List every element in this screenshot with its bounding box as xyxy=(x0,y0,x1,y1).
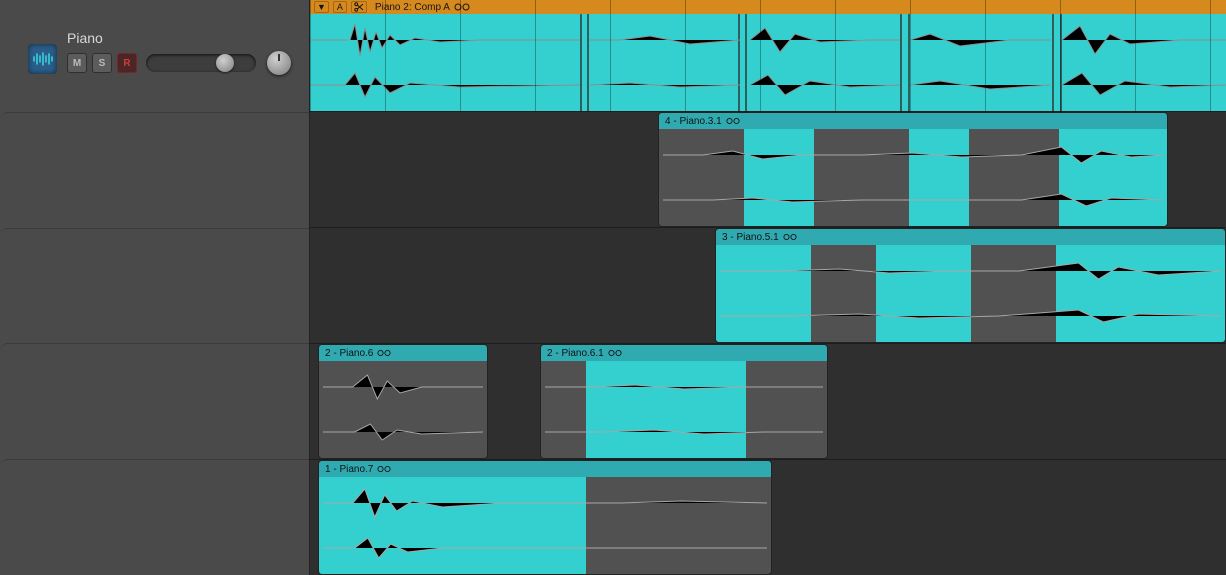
take-lane-2[interactable]: 3 - Piano.5.1 xyxy=(310,228,1226,344)
region-piano-6-1[interactable]: 2 - Piano.6.1 xyxy=(540,344,828,459)
region-piano-7[interactable]: 1 - Piano.7 xyxy=(318,460,772,575)
disclosure-button[interactable]: ▼ xyxy=(314,1,329,13)
volume-slider[interactable] xyxy=(146,54,256,72)
region-header[interactable]: 2 - Piano.6 xyxy=(319,345,487,361)
loop-icon xyxy=(726,116,740,126)
region-label: 2 - Piano.6 xyxy=(325,348,373,359)
waveform xyxy=(310,20,1226,60)
take-lane-3[interactable]: 2 - Piano.6 2 - Piano.6.1 xyxy=(310,344,1226,460)
region-header[interactable]: 2 - Piano.6.1 xyxy=(541,345,827,361)
region-header[interactable]: 4 - Piano.3.1 xyxy=(659,113,1167,129)
region-label: 3 - Piano.5.1 xyxy=(722,232,779,243)
quick-swipe-a-button[interactable]: A xyxy=(333,1,347,13)
comp-region-header[interactable]: ▼ A Piano 2: Comp A xyxy=(310,0,1226,14)
waveform xyxy=(323,414,483,450)
region-piano-5-1[interactable]: 3 - Piano.5.1 xyxy=(715,228,1226,343)
take-lane-4[interactable]: 1 - Piano.7 xyxy=(310,460,1226,575)
loop-icon xyxy=(783,232,797,242)
track-list-sidebar: Piano M S R xyxy=(0,0,310,575)
region-label: 1 - Piano.7 xyxy=(325,464,373,475)
region-piano-3-1[interactable]: 4 - Piano.3.1 xyxy=(658,112,1168,227)
comp-lane[interactable] xyxy=(310,14,1226,112)
region-piano-6[interactable]: 2 - Piano.6 xyxy=(318,344,488,459)
take-lane-row-2[interactable] xyxy=(0,228,309,344)
record-enable-button[interactable]: R xyxy=(117,53,137,73)
scissors-icon[interactable] xyxy=(351,1,367,13)
track-header-controls: Piano M S R xyxy=(67,30,291,75)
waveform xyxy=(310,65,1226,105)
solo-button[interactable]: S xyxy=(92,53,112,73)
region-header[interactable]: 1 - Piano.7 xyxy=(319,461,771,477)
pan-knob[interactable] xyxy=(267,51,291,75)
arrange-area[interactable]: ▼ A Piano 2: Comp A xyxy=(310,0,1226,575)
loop-icon xyxy=(377,348,391,358)
region-header[interactable]: 3 - Piano.5.1 xyxy=(716,229,1225,245)
track-header-piano[interactable]: Piano M S R xyxy=(0,0,309,112)
volume-thumb[interactable] xyxy=(216,54,234,72)
take-lane-row-3[interactable] xyxy=(0,343,309,459)
take-lane-row-4[interactable] xyxy=(0,459,309,575)
audio-waveform-icon xyxy=(28,44,57,74)
comp-title: Piano 2: Comp A xyxy=(375,2,450,13)
take-lane-1[interactable]: 4 - Piano.3.1 xyxy=(310,112,1226,228)
take-lane-row-1[interactable] xyxy=(0,112,309,228)
loop-icon xyxy=(377,464,391,474)
mute-button[interactable]: M xyxy=(67,53,87,73)
track-name[interactable]: Piano xyxy=(67,30,291,46)
region-label: 2 - Piano.6.1 xyxy=(547,348,604,359)
region-label: 4 - Piano.3.1 xyxy=(665,116,722,127)
waveform xyxy=(323,369,483,405)
loop-icon xyxy=(608,348,622,358)
loop-icon xyxy=(454,2,470,12)
